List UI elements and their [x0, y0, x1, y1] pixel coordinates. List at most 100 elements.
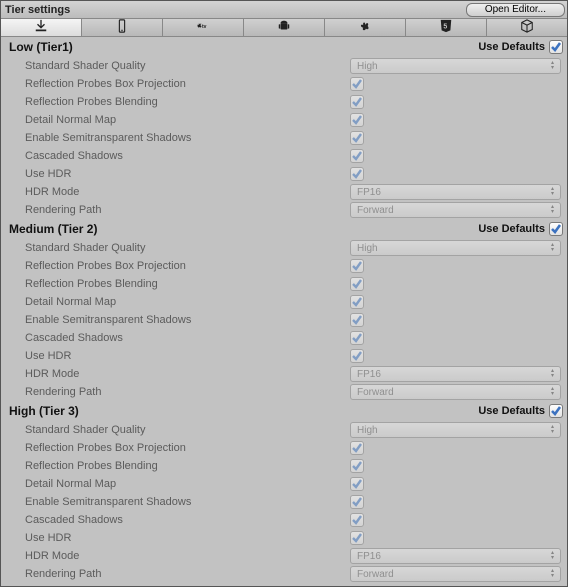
setting-row: Detail Normal Map	[1, 111, 567, 129]
setting-control: Forward▴ ▾	[350, 202, 561, 218]
platform-tab-apple-tv[interactable]: tv	[163, 19, 244, 36]
setting-label: Reflection Probes Box Projection	[25, 442, 350, 454]
setting-row: Rendering PathForward▴ ▾	[1, 201, 567, 219]
platform-tabbar: tv 5	[1, 19, 567, 37]
setting-row: Standard Shader QualityHigh▴ ▾	[1, 421, 567, 439]
open-editor-button[interactable]: Open Editor...	[466, 3, 565, 17]
setting-select[interactable]: High▴ ▾	[350, 422, 561, 438]
platform-tab-cube[interactable]	[487, 19, 567, 36]
setting-control	[350, 459, 561, 473]
setting-checkbox[interactable]	[350, 167, 364, 181]
setting-label: Rendering Path	[25, 568, 350, 580]
tier-title: Low (Tier1)	[9, 40, 73, 54]
setting-control	[350, 513, 561, 527]
platform-tab-android[interactable]	[244, 19, 325, 36]
tier-header: High (Tier 3)Use Defaults	[1, 401, 567, 421]
tiers-container: Low (Tier1) Use Defaults Standard Shader Q…	[1, 37, 567, 583]
setting-select[interactable]: Forward▴ ▾	[350, 384, 561, 400]
setting-control: FP16▴ ▾	[350, 366, 561, 382]
setting-control	[350, 331, 561, 345]
platform-tab-fan[interactable]	[325, 19, 406, 36]
use-defaults-checkbox[interactable]	[549, 404, 563, 418]
setting-checkbox[interactable]	[350, 131, 364, 145]
platform-tab-tablet[interactable]	[82, 19, 163, 36]
setting-select[interactable]: Forward▴ ▾	[350, 566, 561, 582]
select-value: High	[357, 61, 378, 72]
setting-row: Detail Normal Map	[1, 293, 567, 311]
setting-label: HDR Mode	[25, 368, 350, 380]
chevron-updown-icon: ▴ ▾	[551, 369, 554, 379]
svg-text:tv: tv	[202, 24, 207, 30]
setting-control	[350, 277, 561, 291]
setting-row: Cascaded Shadows	[1, 147, 567, 165]
setting-checkbox[interactable]	[350, 349, 364, 363]
select-value: Forward	[357, 569, 394, 580]
setting-control	[350, 349, 561, 363]
setting-row: Reflection Probes Box Projection	[1, 257, 567, 275]
use-defaults-label: Use Defaults	[478, 41, 545, 53]
select-value: FP16	[357, 187, 381, 198]
setting-row: Reflection Probes Box Projection	[1, 75, 567, 93]
setting-row: Use HDR	[1, 165, 567, 183]
use-defaults-checkbox[interactable]	[549, 40, 563, 54]
setting-row: Rendering PathForward▴ ▾	[1, 565, 567, 583]
setting-label: Standard Shader Quality	[25, 424, 350, 436]
android-icon	[276, 19, 292, 36]
tier-header: Low (Tier1) Use Defaults	[1, 37, 567, 57]
setting-row: HDR ModeFP16▴ ▾	[1, 547, 567, 565]
chevron-updown-icon: ▴ ▾	[551, 387, 554, 397]
setting-select[interactable]: FP16▴ ▾	[350, 184, 561, 200]
setting-label: Reflection Probes Blending	[25, 278, 350, 290]
setting-select[interactable]: FP16▴ ▾	[350, 366, 561, 382]
setting-control	[350, 259, 561, 273]
setting-select[interactable]: Forward▴ ▾	[350, 202, 561, 218]
setting-label: Reflection Probes Box Projection	[25, 260, 350, 272]
setting-control	[350, 295, 561, 309]
apple-tv-icon: tv	[195, 19, 211, 36]
setting-row: Cascaded Shadows	[1, 511, 567, 529]
setting-checkbox[interactable]	[350, 513, 364, 527]
setting-checkbox[interactable]	[350, 477, 364, 491]
chevron-updown-icon: ▴ ▾	[551, 551, 554, 561]
setting-checkbox[interactable]	[350, 459, 364, 473]
setting-row: Detail Normal Map	[1, 475, 567, 493]
setting-label: Standard Shader Quality	[25, 60, 350, 72]
setting-select[interactable]: High ▴ ▾	[350, 58, 561, 74]
setting-select[interactable]: High▴ ▾	[350, 240, 561, 256]
setting-label: Reflection Probes Blending	[25, 460, 350, 472]
setting-checkbox[interactable]	[350, 295, 364, 309]
setting-control: High▴ ▾	[350, 240, 561, 256]
use-defaults-label: Use Defaults	[478, 223, 545, 235]
setting-control	[350, 149, 561, 163]
setting-control	[350, 441, 561, 455]
setting-row: Rendering PathForward▴ ▾	[1, 383, 567, 401]
use-defaults-checkbox[interactable]	[549, 222, 563, 236]
platform-tab-download[interactable]	[1, 19, 82, 36]
setting-label: Enable Semitransparent Shadows	[25, 496, 350, 508]
setting-control	[350, 531, 561, 545]
setting-row: Use HDR	[1, 347, 567, 365]
cube-icon	[519, 19, 535, 36]
setting-control: Forward▴ ▾	[350, 384, 561, 400]
use-defaults-label: Use Defaults	[478, 405, 545, 417]
setting-checkbox[interactable]	[350, 495, 364, 509]
setting-control	[350, 113, 561, 127]
setting-checkbox[interactable]	[350, 95, 364, 109]
setting-checkbox[interactable]	[350, 313, 364, 327]
setting-checkbox[interactable]	[350, 259, 364, 273]
chevron-updown-icon: ▴ ▾	[551, 61, 554, 71]
setting-row: Reflection Probes Blending	[1, 93, 567, 111]
setting-checkbox[interactable]	[350, 441, 364, 455]
setting-checkbox[interactable]	[350, 77, 364, 91]
setting-row: Standard Shader Quality High ▴ ▾	[1, 57, 567, 75]
setting-checkbox[interactable]	[350, 149, 364, 163]
platform-tab-html5[interactable]: 5	[406, 19, 487, 36]
setting-checkbox[interactable]	[350, 331, 364, 345]
fan-icon	[357, 19, 373, 36]
setting-select[interactable]: FP16▴ ▾	[350, 548, 561, 564]
setting-control	[350, 167, 561, 181]
setting-checkbox[interactable]	[350, 531, 364, 545]
setting-checkbox[interactable]	[350, 113, 364, 127]
setting-checkbox[interactable]	[350, 277, 364, 291]
setting-control: FP16▴ ▾	[350, 184, 561, 200]
